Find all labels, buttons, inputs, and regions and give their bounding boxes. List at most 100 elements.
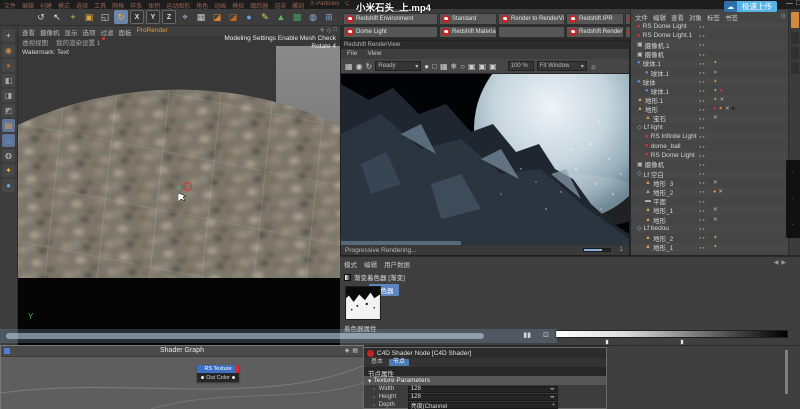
x-tag-icon[interactable]: ✕ (718, 189, 723, 195)
vertical-scrollbar[interactable] (785, 350, 788, 394)
rs-button-standard[interactable]: Standard (439, 13, 497, 25)
snap-settings-icon[interactable]: ✦ (2, 164, 15, 177)
menu-item[interactable]: 模拟 (232, 1, 244, 9)
render-settings-icon[interactable]: ◪ (226, 10, 240, 24)
fit-mode-dropdown[interactable]: Fit Window▾ (537, 61, 587, 71)
coord-system-icon[interactable]: ⌖ (178, 10, 192, 24)
dialog-tab-节点[interactable]: 节点 (389, 359, 409, 366)
visibility-dots-icon[interactable]: ●● (699, 24, 706, 29)
rs-texture-node[interactable]: RS Texture Out Color (197, 365, 239, 382)
viewport-panel-icons[interactable]: ✛◇□ (320, 27, 337, 34)
points-mode-icon[interactable]: ◧ (2, 74, 15, 87)
viewport-solo-icon[interactable]: ◍ (2, 149, 15, 162)
panel-tab-block[interactable] (791, 32, 799, 44)
shader-preview-thumbnail[interactable] (345, 286, 381, 320)
viewport-menu-item[interactable]: 显示 (65, 27, 78, 35)
minimize-button[interactable]: — (786, 0, 793, 7)
undo-icon[interactable]: ↺ (34, 10, 48, 24)
stepper-icon[interactable]: ◂▸ (550, 386, 555, 392)
model-mode-icon[interactable]: ◉ (2, 44, 15, 57)
edges-mode-icon[interactable]: ◨ (2, 89, 15, 102)
om-menu-item[interactable]: 查看 (671, 12, 684, 19)
orange-tag-icon[interactable]: ✦ (713, 235, 718, 241)
visibility-dots-icon[interactable]: ●● (699, 107, 706, 112)
visibility-dots-icon[interactable]: ●● (699, 98, 706, 103)
menu-item[interactable]: 创建 (40, 1, 52, 9)
volume-icon[interactable]: ▩ (290, 10, 304, 24)
window-icon[interactable]: ▤ (352, 347, 358, 354)
scale-icon[interactable]: ◱ (98, 10, 112, 24)
object-row[interactable]: ◇Lf light●● (631, 123, 788, 132)
texture-mode-icon[interactable]: ● (2, 59, 15, 72)
om-menu-item[interactable]: 书签 (725, 12, 738, 19)
menu-item[interactable]: 体积 (148, 1, 160, 9)
view-label[interactable]: 透视视图 (22, 37, 48, 47)
gear-icon[interactable]: ☼ (590, 62, 597, 71)
rv-menu-item[interactable]: View (367, 50, 381, 58)
texture-parameters-section[interactable]: ▾ Texture Parameters (364, 376, 606, 385)
om-menu-item[interactable]: 标签 (707, 12, 720, 19)
axis-z-icon[interactable]: Z (162, 10, 176, 24)
snapshot-icon[interactable]: ▦ (345, 62, 353, 71)
panel-tab-block[interactable] (791, 47, 799, 59)
visibility-dots-icon[interactable]: ●● (699, 42, 706, 47)
visibility-dots-icon[interactable]: ●● (699, 134, 706, 139)
visibility-dots-icon[interactable]: ●● (699, 88, 706, 93)
seekbar-icons[interactable]: ▮▮⊡ (523, 331, 549, 339)
rs-button-empty[interactable] (498, 26, 565, 38)
orangeball-tag-icon[interactable]: ● (713, 189, 716, 195)
display-icon[interactable]: ⊞ (322, 10, 336, 24)
height-input[interactable]: 128◂▸ (408, 394, 558, 401)
video-seekbar-overlay[interactable]: ▮▮⊡ (0, 329, 557, 343)
object-row[interactable]: ●RS Infinite Light●● (631, 132, 788, 141)
viewport-corner-icon[interactable]: ◇ (327, 27, 332, 34)
right-edge-overlay-widget[interactable]: · · · (786, 160, 800, 238)
menu-item[interactable]: 选择 (76, 1, 88, 9)
depth-input[interactable]: 亮度(Channel▾ (408, 402, 558, 409)
shader-graph-title-icons[interactable]: ◈▤ (345, 347, 358, 354)
menu-item[interactable]: 模式 (58, 1, 70, 9)
gradient-bar[interactable] (555, 330, 788, 338)
orange-tag-icon[interactable]: ✦ (718, 106, 723, 112)
orange-tag-icon[interactable]: ✦ (713, 79, 718, 85)
workplane-icon[interactable]: ▤ (2, 119, 15, 132)
object-row[interactable]: ▲地形_1●●✦ (631, 243, 788, 252)
orange-tag-icon[interactable]: ✦ (713, 70, 718, 76)
object-row[interactable]: ▲地形●●✕ (631, 215, 788, 224)
background-icon[interactable]: ○ (460, 62, 465, 71)
status-dropdown[interactable]: Ready▾ (375, 61, 421, 71)
history-arrow-icon[interactable]: ▶ (781, 259, 786, 266)
rs-button-redshift-materials[interactable]: Redshift Materials (439, 26, 497, 38)
rs-button-redshift-renderview[interactable]: Redshift RenderView (566, 26, 624, 38)
menu-item[interactable]: 编辑 (22, 1, 34, 9)
viewport-menu-item[interactable]: 面板 (119, 27, 132, 35)
visibility-dots-icon[interactable]: ●● (699, 70, 706, 75)
attr-menu-item[interactable]: 模式 (344, 259, 357, 269)
redball-tag-icon[interactable]: ● (720, 88, 723, 94)
mograph-icon[interactable]: ▲ (274, 10, 288, 24)
snowflake-icon[interactable]: ❄ (451, 62, 458, 71)
object-row[interactable]: ▲宝石●●✕ (631, 114, 788, 123)
visibility-dots-icon[interactable]: ●● (699, 116, 706, 121)
rs-button-dome-light[interactable]: Dome Light (343, 26, 438, 38)
chevron-down-icon[interactable]: ▾ (552, 402, 555, 408)
menu-item[interactable]: 渲染 (274, 1, 286, 9)
x-tag-icon[interactable]: ✕ (713, 115, 718, 121)
visibility-dots-icon[interactable]: ●● (699, 144, 706, 149)
om-menu-item[interactable]: 对象 (689, 12, 702, 19)
x-tag-icon[interactable]: ✕ (713, 207, 718, 213)
x-tag-icon[interactable]: ✕ (725, 106, 730, 112)
aov-icon-1[interactable]: ▣ (468, 62, 476, 71)
redball-tag-icon[interactable]: ● (713, 106, 716, 112)
visibility-dots-icon[interactable]: ●● (699, 199, 706, 204)
spline-pen-icon[interactable]: ✎ (258, 10, 272, 24)
visibility-dots-icon[interactable]: ●● (699, 153, 706, 158)
blackdot-tag-icon[interactable]: ● (732, 106, 735, 112)
x-tag-icon[interactable]: ✕ (713, 180, 718, 186)
orange-tag-icon[interactable]: ✦ (713, 60, 718, 66)
locked-workplane-icon[interactable]: ● (2, 179, 15, 192)
attr-menu-item[interactable]: 用户数据 (384, 259, 410, 269)
simulate-icon[interactable]: ◍ (306, 10, 320, 24)
viewport-corner-icon[interactable]: □ (333, 27, 337, 34)
search-icon[interactable]: ⊙ (781, 12, 786, 20)
